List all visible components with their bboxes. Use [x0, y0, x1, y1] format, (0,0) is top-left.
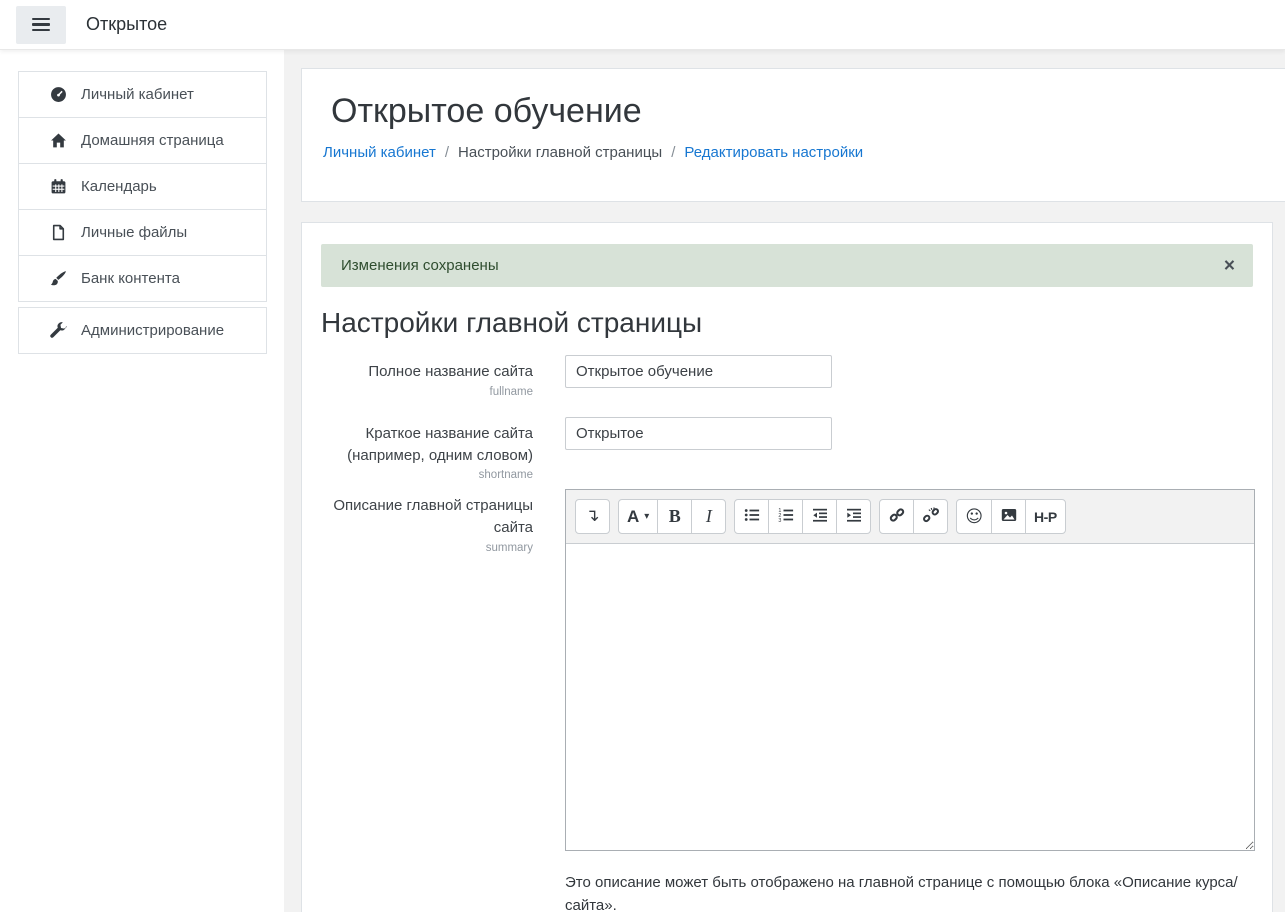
sidebar-item-dashboard[interactable]: Личный кабинет — [18, 71, 267, 118]
fullname-label-text: Полное название сайта — [368, 363, 533, 380]
site-title: Открытое — [86, 14, 167, 35]
fullname-code: fullname — [321, 386, 533, 398]
breadcrumb-item-current: Настройки главной страницы — [458, 144, 662, 161]
page-title: Открытое обучение — [331, 92, 1265, 131]
sidebar-item-label: Календарь — [81, 178, 157, 195]
hamburger-menu-button[interactable] — [16, 6, 66, 44]
field-label-summary: Описание главной страницы сайта summary — [321, 489, 533, 912]
breadcrumb-separator: / — [671, 144, 675, 161]
summary-editor-textarea[interactable] — [566, 544, 1254, 850]
shortname-label-text: Краткое название сайта (например, одним … — [347, 425, 533, 464]
close-icon: × — [1224, 255, 1235, 276]
toolbar-group-collapse: ↴ — [575, 499, 610, 534]
toolbar-group-media: ☺ H-P — [956, 499, 1065, 534]
bold-button[interactable]: B — [657, 499, 692, 534]
settings-form-card: Изменения сохранены × Настройки главной … — [301, 222, 1273, 912]
ordered-list-button[interactable]: 123 — [768, 499, 803, 534]
image-icon — [1001, 507, 1017, 527]
sidebar-item-calendar[interactable]: Календарь — [18, 163, 267, 210]
h5p-icon: H-P — [1034, 509, 1057, 525]
smiley-icon: ☺ — [965, 507, 983, 527]
sidebar-item-label: Банк контента — [81, 270, 180, 287]
summary-code: summary — [321, 542, 533, 554]
sidebar-item-administration[interactable]: Администрирование — [18, 307, 267, 354]
collapse-arrow-icon: ↴ — [585, 508, 599, 525]
link-icon — [889, 507, 905, 527]
shortname-code: shortname — [321, 469, 533, 481]
sidebar-item-content-bank[interactable]: Банк контента — [18, 255, 267, 302]
indent-button[interactable] — [836, 499, 871, 534]
summary-label-text: Описание главной страницы сайта — [333, 497, 533, 536]
fullname-input[interactable] — [565, 355, 832, 388]
toolbar-collapse-button[interactable]: ↴ — [575, 499, 610, 534]
dashboard-icon — [47, 86, 69, 103]
italic-icon: I — [706, 506, 712, 527]
alert-message: Изменения сохранены — [341, 257, 499, 274]
svg-text:3: 3 — [778, 518, 781, 523]
sidebar-item-label: Личный кабинет — [81, 86, 194, 103]
form-row-shortname: Краткое название сайта (например, одним … — [321, 417, 1253, 482]
page-header-card: Открытое обучение Личный кабинет / Настр… — [301, 68, 1285, 202]
unlink-icon — [923, 507, 939, 527]
calendar-icon — [47, 178, 69, 195]
wrench-icon — [47, 322, 69, 339]
summary-editor: ↴ A ▾ B — [565, 489, 1255, 851]
sidebar-item-label: Домашняя страница — [81, 132, 224, 149]
form-title: Настройки главной страницы — [321, 307, 1253, 339]
main-content: Открытое обучение Личный кабинет / Настр… — [284, 50, 1285, 912]
bold-icon: B — [669, 506, 681, 527]
toolbar-group-text: A ▾ B I — [618, 499, 726, 534]
h5p-button[interactable]: H-P — [1025, 499, 1066, 534]
sidebar-group-main: Личный кабинет Домашняя страница Календа… — [18, 71, 267, 302]
numbered-list-icon: 123 — [778, 507, 794, 527]
link-button[interactable] — [879, 499, 914, 534]
toolbar-group-lists: 123 — [734, 499, 871, 534]
breadcrumb-separator: / — [445, 144, 449, 161]
editor-toolbar: ↴ A ▾ B — [566, 490, 1254, 544]
form-row-summary: Описание главной страницы сайта summary … — [321, 489, 1253, 912]
bullet-list-icon — [744, 507, 760, 527]
outdent-button[interactable] — [802, 499, 837, 534]
sidebar-item-label: Личные файлы — [81, 224, 187, 241]
toolbar-group-links — [879, 499, 948, 534]
sidebar-item-label: Администрирование — [81, 322, 224, 339]
emoji-button[interactable]: ☺ — [956, 499, 992, 534]
paintbrush-icon — [47, 270, 69, 287]
indent-icon — [846, 507, 862, 527]
caret-down-icon: ▾ — [644, 511, 649, 522]
sidebar-item-private-files[interactable]: Личные файлы — [18, 209, 267, 256]
breadcrumb-link-edit-settings[interactable]: Редактировать настройки — [684, 144, 863, 161]
font-letter-icon: A — [627, 507, 639, 527]
form-row-fullname: Полное название сайта fullname — [321, 355, 1253, 398]
font-style-button[interactable]: A ▾ — [618, 499, 658, 534]
outdent-icon — [812, 507, 828, 527]
unlink-button[interactable] — [913, 499, 948, 534]
field-label-shortname: Краткое название сайта (например, одним … — [321, 417, 533, 482]
italic-button[interactable]: I — [691, 499, 726, 534]
field-label-fullname: Полное название сайта fullname — [321, 355, 533, 398]
home-icon — [47, 132, 69, 149]
breadcrumb-link-dashboard[interactable]: Личный кабинет — [323, 144, 436, 161]
breadcrumb: Личный кабинет / Настройки главной стран… — [323, 144, 1265, 161]
shortname-input[interactable] — [565, 417, 832, 450]
sidebar-group-admin: Администрирование — [18, 307, 267, 354]
topbar: Открытое — [0, 0, 1285, 50]
success-alert: Изменения сохранены × — [321, 244, 1253, 287]
alert-close-button[interactable]: × — [1220, 254, 1239, 277]
sidebar-nav-drawer: Личный кабинет Домашняя страница Календа… — [0, 50, 284, 912]
sidebar-item-home[interactable]: Домашняя страница — [18, 117, 267, 164]
file-icon — [47, 224, 69, 241]
unordered-list-button[interactable] — [734, 499, 769, 534]
hamburger-icon — [32, 18, 50, 32]
image-button[interactable] — [991, 499, 1026, 534]
summary-help-text: Это описание может быть отображено на гл… — [565, 872, 1241, 912]
